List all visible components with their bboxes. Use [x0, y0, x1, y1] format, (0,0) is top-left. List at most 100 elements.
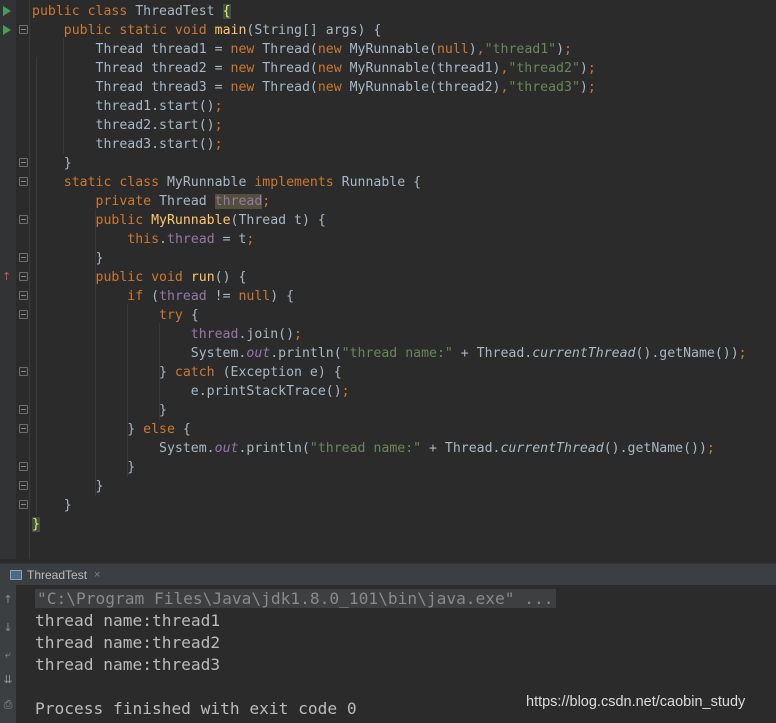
fold-marker-icon[interactable]: [19, 158, 28, 167]
code-token: ;: [738, 346, 747, 361]
code-token: e.printStackTrace(): [32, 384, 342, 399]
code-token: {: [222, 4, 231, 19]
java-command: "C:\Program Files\Java\jdk1.8.0_101\bin\…: [35, 589, 556, 608]
run-gutter-icon[interactable]: [3, 6, 11, 16]
run-tool-window-tabbar: ThreadTest ×: [0, 563, 776, 585]
code-token: }: [32, 251, 104, 266]
code-line: public void run() {: [32, 268, 247, 287]
code-line: System.out.println("thread name:" + Thre…: [32, 439, 715, 458]
code-line: e.printStackTrace();: [32, 382, 350, 401]
code-token: }: [32, 479, 104, 494]
code-token: thread3.start(): [32, 137, 215, 152]
code-token: new: [230, 61, 263, 76]
code-line: } else {: [32, 420, 191, 439]
code-token: null: [238, 289, 271, 304]
indent-guide: [159, 323, 160, 420]
code-token: try: [159, 308, 191, 323]
fold-marker-icon[interactable]: [19, 462, 28, 471]
code-token: .println(: [238, 441, 310, 456]
code-token: (String[] args) {: [246, 23, 382, 38]
fold-marker-icon[interactable]: [19, 500, 28, 509]
code-token: else: [143, 422, 183, 437]
code-token: MyRunnable: [151, 213, 231, 228]
indent-guide: [127, 304, 128, 477]
console-output-line: thread name:thread2: [35, 633, 221, 652]
code-token: "thread2": [508, 61, 580, 76]
code-line: }: [32, 249, 104, 268]
code-token: Thread: [159, 194, 215, 209]
code-line: thread.join();: [32, 325, 302, 344]
fold-marker-icon[interactable]: [19, 481, 28, 490]
code-token: Thread(: [262, 61, 318, 76]
arrow-down-icon[interactable]: ↓: [1, 621, 15, 635]
fold-marker-icon[interactable]: [19, 272, 28, 281]
code-token: private: [95, 194, 160, 209]
code-token: this: [127, 232, 160, 247]
code-line: try {: [32, 306, 199, 325]
fold-marker-icon[interactable]: [19, 291, 28, 300]
indent-guide: [36, 57, 37, 515]
code-token: public: [95, 213, 152, 228]
soft-wrap-icon[interactable]: ⤶: [1, 648, 15, 662]
run-tab-label: ThreadTest: [27, 568, 88, 582]
arrow-up-icon[interactable]: ↑: [1, 593, 15, 607]
console-output-line: thread name:thread3: [35, 655, 221, 674]
code-line: }: [32, 496, 72, 515]
code-token: + Thread.: [421, 441, 501, 456]
code-token: MyRunnable(: [349, 42, 437, 57]
code-line: public class ThreadTest {: [32, 2, 231, 21]
code-token: ): [579, 80, 588, 95]
fold-marker-icon[interactable]: [19, 405, 28, 414]
code-line: thread2.start();: [32, 116, 223, 135]
scroll-to-end-icon[interactable]: ⇊: [1, 673, 15, 687]
code-line: Thread thread1 = new Thread(new MyRunnab…: [32, 40, 572, 59]
run-toolbar: ↑ ↓ ⤶ ⇊ ⎙: [0, 585, 16, 723]
fold-marker-icon[interactable]: [19, 215, 28, 224]
code-token: MyRunnable: [166, 175, 255, 190]
code-line: }: [32, 515, 40, 534]
code-token: static class: [63, 175, 167, 190]
fold-marker-icon[interactable]: [19, 424, 28, 433]
code-token: if: [127, 289, 152, 304]
code-token: out: [214, 441, 239, 456]
print-icon[interactable]: ⎙: [1, 698, 15, 712]
code-token: ;: [214, 118, 223, 133]
code-line: }: [32, 458, 135, 477]
code-line: if (thread != null) {: [32, 287, 294, 306]
code-editor[interactable]: ↑ public class ThreadTest { public stati…: [0, 0, 776, 559]
code-token: ;: [294, 327, 302, 342]
code-token: .: [159, 232, 167, 247]
code-line: thread1.start();: [32, 97, 223, 116]
code-token: Thread thread1 =: [32, 42, 231, 57]
override-icon[interactable]: ↑: [2, 271, 11, 283]
indent-guide: [95, 209, 96, 496]
code-line: }: [32, 401, 167, 420]
code-token: ;: [587, 80, 596, 95]
fold-marker-icon[interactable]: [19, 253, 28, 262]
code-token: implements: [254, 175, 342, 190]
code-token: ;: [262, 194, 271, 209]
code-token: Runnable {: [341, 175, 422, 190]
run-tab[interactable]: ThreadTest ×: [10, 566, 100, 584]
code-line: static class MyRunnable implements Runna…: [32, 173, 421, 192]
fold-marker-icon[interactable]: [19, 177, 28, 186]
code-token: ;: [214, 99, 223, 114]
code-line: System.out.println("thread name:" + Thre…: [32, 344, 747, 363]
fold-marker-icon[interactable]: [19, 25, 28, 34]
fold-marker-icon[interactable]: [19, 367, 28, 376]
run-gutter-icon[interactable]: [3, 25, 11, 35]
code-line: }: [32, 477, 104, 496]
code-token: ;: [706, 441, 715, 456]
code-token: ThreadTest: [135, 4, 223, 19]
code-token: Thread thread2 =: [32, 61, 231, 76]
code-token: thread: [214, 194, 263, 209]
code-token: "thread name:": [309, 441, 422, 456]
fold-marker-icon[interactable]: [19, 310, 28, 319]
console-command-line: "C:\Program Files\Java\jdk1.8.0_101\bin\…: [35, 588, 556, 610]
watermark: https://blog.csdn.net/caobin_study: [526, 694, 746, 710]
code-token: public class: [32, 4, 136, 19]
close-tab-icon[interactable]: ×: [94, 569, 100, 581]
